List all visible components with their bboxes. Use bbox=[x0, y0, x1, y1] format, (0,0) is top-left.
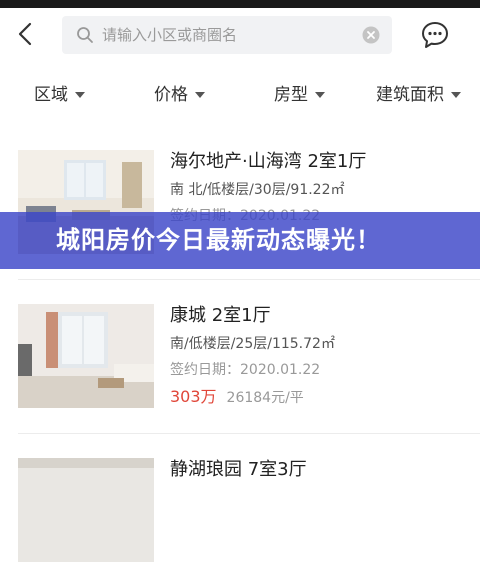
listing-photo bbox=[18, 458, 154, 562]
filter-bar: 区域 价格 房型 建筑面积 bbox=[0, 64, 480, 127]
listing-title: 海尔地产·山海湾 2室1厅 bbox=[170, 151, 367, 172]
filter-price[interactable]: 价格 bbox=[154, 84, 205, 106]
clear-icon[interactable] bbox=[362, 26, 380, 44]
dropdown-caret-icon bbox=[451, 92, 461, 98]
search-icon bbox=[77, 27, 93, 43]
listing-card[interactable]: 静湖琅园 7室3厅 bbox=[0, 434, 480, 588]
listing-total-price: 303万 bbox=[170, 387, 217, 406]
listing-sign-date: 签约日期：2020.01.22 bbox=[170, 362, 321, 378]
back-arrow-icon[interactable] bbox=[12, 20, 40, 48]
listing-meta: 南/低楼层/25层/115.72㎡ bbox=[170, 336, 335, 352]
listing-info: 静湖琅园 7室3厅 bbox=[170, 458, 307, 482]
filter-label: 区域 bbox=[34, 85, 68, 105]
search-input[interactable]: 请输入小区或商圈名 bbox=[62, 16, 392, 54]
banner-text: 城阳房价今日最新动态曝光！ bbox=[56, 226, 381, 254]
filter-layout[interactable]: 房型 bbox=[274, 84, 325, 106]
promo-banner[interactable]: 城阳房价今日最新动态曝光！ bbox=[0, 212, 480, 269]
dropdown-caret-icon bbox=[75, 92, 85, 98]
listing-prices: 303万 26184元/平 bbox=[170, 386, 335, 409]
filter-district[interactable]: 区域 bbox=[34, 84, 85, 106]
listing-unit-price: 26184元/平 bbox=[226, 390, 304, 406]
listing-card[interactable]: 康城 2室1厅 南/低楼层/25层/115.72㎡ 签约日期：2020.01.2… bbox=[0, 280, 480, 434]
listing-title: 静湖琅园 7室3厅 bbox=[170, 459, 307, 480]
header: 请输入小区或商圈名 bbox=[0, 8, 480, 64]
search-placeholder: 请输入小区或商圈名 bbox=[102, 26, 238, 44]
dropdown-caret-icon bbox=[315, 92, 325, 98]
filter-label: 价格 bbox=[154, 85, 188, 105]
listing-title: 康城 2室1厅 bbox=[170, 305, 271, 326]
status-bar bbox=[0, 0, 480, 8]
filter-area[interactable]: 建筑面积 bbox=[376, 84, 461, 106]
chat-bubble-icon[interactable] bbox=[420, 20, 450, 50]
filter-label: 房型 bbox=[274, 85, 308, 105]
dropdown-caret-icon bbox=[195, 92, 205, 98]
filter-label: 建筑面积 bbox=[376, 85, 444, 105]
listing-meta: 南 北/低楼层/30层/91.22㎡ bbox=[170, 182, 345, 198]
listing-info: 康城 2室1厅 南/低楼层/25层/115.72㎡ 签约日期：2020.01.2… bbox=[170, 304, 335, 409]
listing-photo bbox=[18, 304, 154, 408]
